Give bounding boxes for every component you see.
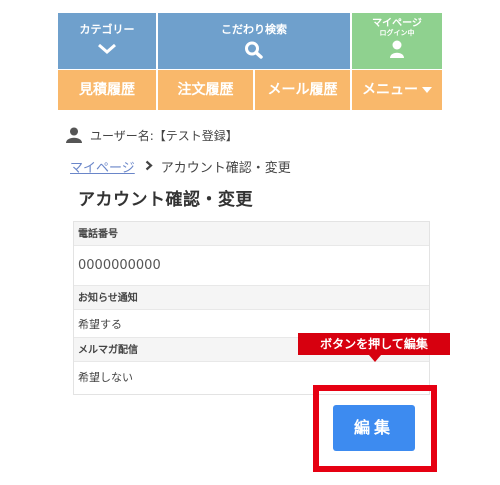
user-icon xyxy=(66,127,82,143)
breadcrumb-mypage-link[interactable]: マイページ xyxy=(70,157,135,176)
nav-search[interactable]: こだわり検索 xyxy=(157,13,350,69)
chevron-down-icon xyxy=(58,41,156,60)
phone-value: 0000000000 xyxy=(74,246,429,286)
nav-mypage[interactable]: マイページ ログイン中 xyxy=(351,13,442,69)
account-info-table: 電話番号 0000000000 お知らせ通知 希望する メルマガ配信 希望しない xyxy=(73,221,430,395)
nav-search-label: こだわり検索 xyxy=(221,23,287,36)
edit-button[interactable]: 編集 xyxy=(333,405,415,451)
instruction-callout: ボタンを押して編集 xyxy=(298,333,450,355)
user-icon xyxy=(352,40,442,62)
nav-category[interactable]: カテゴリー xyxy=(58,13,156,69)
callout-pointer xyxy=(369,355,381,362)
nav-mypage-label: マイページ xyxy=(372,18,422,29)
breadcrumb: マイページ アカウント確認・変更 xyxy=(70,157,291,176)
nav-menu-label: メニュー xyxy=(362,82,418,98)
page-title: アカウント確認・変更 xyxy=(78,190,253,210)
nav-mail-history[interactable]: メール履歴 xyxy=(254,70,350,110)
user-name: ユーザー名:【テスト登録】 xyxy=(90,128,238,143)
chevron-right-icon xyxy=(145,160,153,174)
search-icon xyxy=(158,41,350,63)
nav-order-history[interactable]: 注文履歴 xyxy=(157,70,253,110)
nav-mypage-status: ログイン中 xyxy=(379,29,415,37)
breadcrumb-current: アカウント確認・変更 xyxy=(160,161,291,176)
user-info: ユーザー名:【テスト登録】 xyxy=(66,125,238,145)
phone-label: 電話番号 xyxy=(74,222,429,246)
nav-estimate-history[interactable]: 見積履歴 xyxy=(58,70,156,110)
nav-category-label: カテゴリー xyxy=(79,23,135,36)
notice-label: お知らせ通知 xyxy=(74,286,429,310)
nav-menu[interactable]: メニュー xyxy=(351,70,442,110)
caret-down-icon xyxy=(422,87,432,93)
